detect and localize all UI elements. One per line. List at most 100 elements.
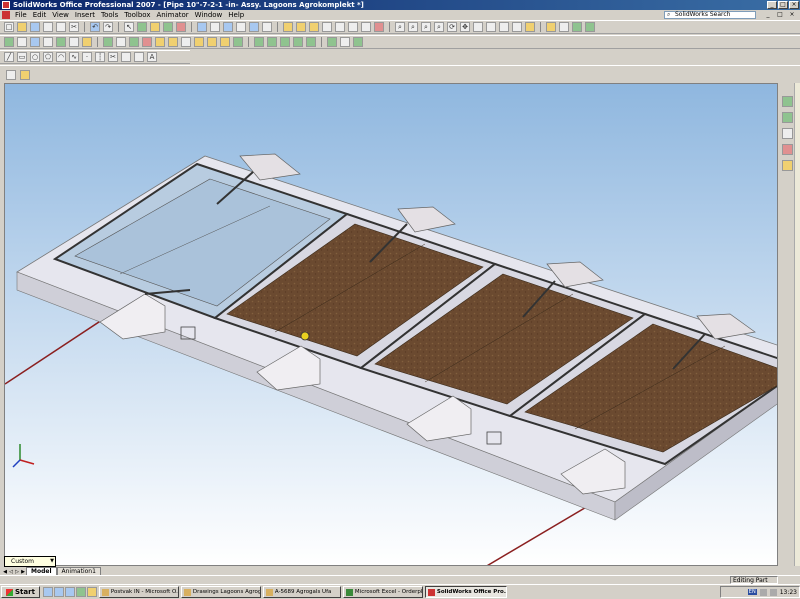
shaded-edges-icon[interactable]: [499, 22, 509, 32]
new-icon[interactable]: □: [4, 22, 14, 32]
file-explorer-icon[interactable]: [782, 128, 793, 139]
polygon-icon[interactable]: ⬠: [43, 52, 53, 62]
filter-face-icon[interactable]: [572, 22, 582, 32]
split-icon[interactable]: [233, 37, 243, 47]
extrude-icon[interactable]: [4, 37, 14, 47]
insert-component-icon[interactable]: [296, 22, 306, 32]
point-icon[interactable]: ·: [82, 52, 92, 62]
sketch-icon[interactable]: [197, 22, 207, 32]
draft-icon[interactable]: [129, 37, 139, 47]
spline-icon[interactable]: ∿: [69, 52, 79, 62]
menu-insert[interactable]: Insert: [72, 11, 98, 19]
interference-icon[interactable]: [374, 22, 384, 32]
text-icon[interactable]: A: [147, 52, 157, 62]
rectangle-icon[interactable]: ▭: [17, 52, 27, 62]
mirror-entities-icon[interactable]: [134, 52, 144, 62]
filter-edge-icon[interactable]: [585, 22, 595, 32]
reference-geometry-icon[interactable]: [194, 37, 204, 47]
menu-animator[interactable]: Animator: [153, 11, 191, 19]
mate-icon[interactable]: [309, 22, 319, 32]
curves-icon[interactable]: [181, 37, 191, 47]
tab-model[interactable]: Model: [26, 567, 57, 575]
selection-filter-icon[interactable]: [559, 22, 569, 32]
redo-icon[interactable]: ↷: [103, 22, 113, 32]
rotate-view-icon[interactable]: ⟳: [447, 22, 457, 32]
trim-icon[interactable]: ✂: [108, 52, 118, 62]
rebuild-icon[interactable]: [137, 22, 147, 32]
hidden-lines-icon[interactable]: [486, 22, 496, 32]
doc-restore-button[interactable]: □: [774, 11, 786, 19]
outlook-icon[interactable]: [86, 587, 97, 597]
dome-icon[interactable]: [207, 37, 217, 47]
rotate-component-icon[interactable]: [335, 22, 345, 32]
move-component-icon[interactable]: [322, 22, 332, 32]
offset-icon[interactable]: [121, 52, 131, 62]
doc-close-button[interactable]: ×: [786, 11, 798, 19]
fillet-icon[interactable]: [56, 37, 66, 47]
circle-icon[interactable]: ○: [30, 52, 40, 62]
language-indicator[interactable]: EN: [747, 589, 757, 595]
hide-show-icon[interactable]: [361, 22, 371, 32]
zoom-fit-icon[interactable]: ⌕: [395, 22, 405, 32]
edit-sketch-icon[interactable]: [20, 70, 30, 80]
route-point-icon[interactable]: [306, 37, 316, 47]
resources-icon[interactable]: [782, 96, 793, 107]
excel-icon[interactable]: [75, 587, 86, 597]
zoom-in-out-icon[interactable]: ⌕: [421, 22, 431, 32]
fitting-icon[interactable]: [293, 37, 303, 47]
circular-pattern-icon[interactable]: [168, 37, 178, 47]
solidworks-app-icon[interactable]: [2, 1, 10, 9]
measure-icon[interactable]: [546, 22, 556, 32]
wireframe-icon[interactable]: [473, 22, 483, 32]
menu-tools[interactable]: Tools: [98, 11, 121, 19]
edit-component-icon[interactable]: [348, 22, 358, 32]
undo-icon[interactable]: ↶: [90, 22, 100, 32]
pump-component[interactable]: [300, 331, 310, 341]
tab-animation1[interactable]: Animation1: [56, 567, 101, 575]
print-icon[interactable]: [43, 22, 53, 32]
pipe-icon[interactable]: [267, 37, 277, 47]
realview-icon[interactable]: [525, 22, 535, 32]
centerline-icon[interactable]: ┆: [95, 52, 105, 62]
pan-icon[interactable]: ✥: [460, 22, 470, 32]
routing-icon[interactable]: [254, 37, 264, 47]
help-icon[interactable]: [176, 22, 186, 32]
zoom-area-icon[interactable]: ⌕: [408, 22, 418, 32]
internet-explorer-icon[interactable]: [53, 587, 64, 597]
minimize-button[interactable]: _: [767, 1, 777, 9]
assembly-icon[interactable]: [283, 22, 293, 32]
options-icon[interactable]: [163, 22, 173, 32]
arc-icon[interactable]: ◠: [56, 52, 66, 62]
graphics-area[interactable]: [4, 83, 778, 566]
close-button[interactable]: ×: [789, 1, 799, 9]
menu-toolbox[interactable]: Toolbox: [121, 11, 153, 19]
cut-icon[interactable]: ✂: [69, 22, 79, 32]
axis-icon[interactable]: [236, 22, 246, 32]
menu-edit[interactable]: Edit: [30, 11, 50, 19]
chamfer-icon[interactable]: [69, 37, 79, 47]
menu-view[interactable]: View: [49, 11, 72, 19]
section-view-icon[interactable]: [262, 22, 272, 32]
view-palette-icon[interactable]: [782, 160, 793, 171]
save-icon[interactable]: [30, 22, 40, 32]
plane-icon[interactable]: [223, 22, 233, 32]
taskbar-button-solidworks[interactable]: SolidWorks Office Pro...: [424, 586, 507, 598]
smart-dimension-icon[interactable]: [210, 22, 220, 32]
search-input[interactable]: ⌕ SolidWorks Search: [664, 11, 756, 19]
start-button[interactable]: Start: [1, 586, 40, 598]
line-icon[interactable]: ╱: [4, 52, 14, 62]
taskbar-button-agrogals[interactable]: A-5689 Agrogals Ufa: [262, 586, 341, 598]
search-results-icon[interactable]: [782, 144, 793, 155]
tube-icon[interactable]: [280, 37, 290, 47]
sketch-mode-icon[interactable]: [6, 70, 16, 80]
hole-wizard-icon[interactable]: [103, 37, 113, 47]
shaded-icon[interactable]: [512, 22, 522, 32]
revolve-icon[interactable]: [17, 37, 27, 47]
taskbar-button-excel[interactable]: Microsoft Excel - Orderpl...: [342, 586, 423, 598]
taskbar-button-outlook[interactable]: Postvak IN - Microsoft O...: [98, 586, 179, 598]
menu-file[interactable]: File: [12, 11, 30, 19]
doc-minimize-button[interactable]: _: [762, 11, 774, 19]
file-properties-icon[interactable]: [150, 22, 160, 32]
show-desktop-icon[interactable]: [42, 587, 53, 597]
weldment-icon[interactable]: [327, 37, 337, 47]
